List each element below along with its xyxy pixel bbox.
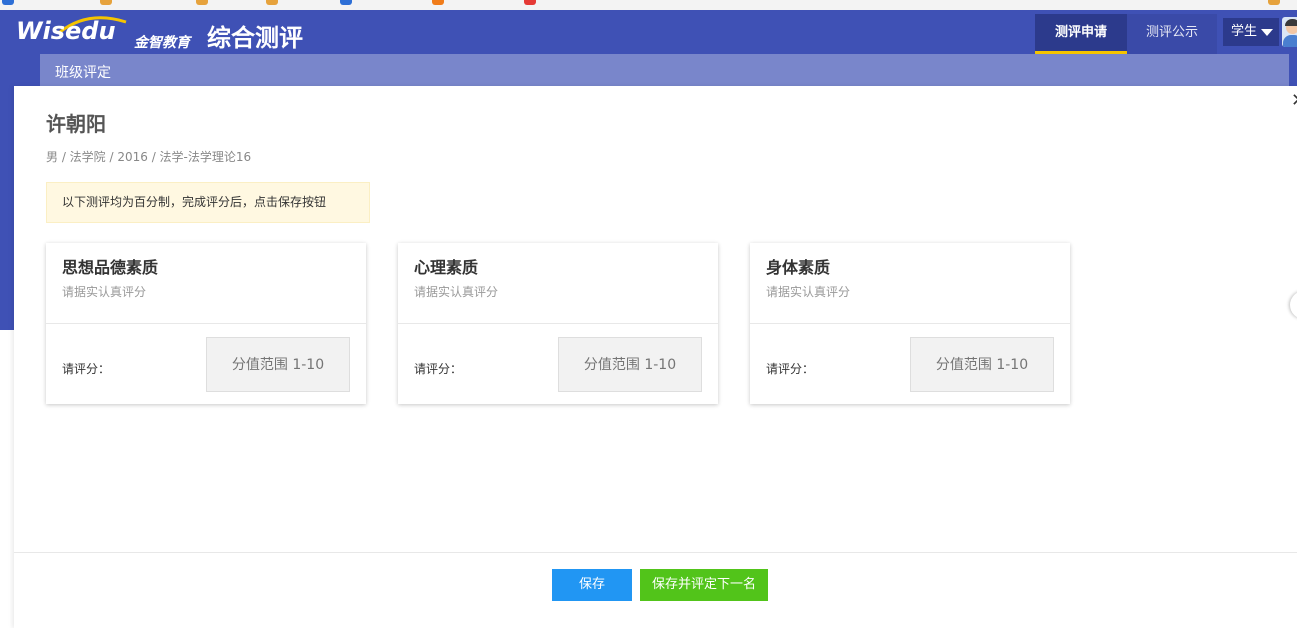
card-title: 心理素质 [414, 258, 479, 277]
score-label: 请评分： [62, 362, 111, 376]
tab-evaluation-publicity[interactable]: 测评公示 [1127, 14, 1217, 54]
bookmark-icon[interactable] [196, 0, 208, 5]
card-subtitle: 请据实认真评分 [62, 285, 147, 299]
card-subtitle: 请据实认真评分 [766, 285, 851, 299]
section-title: 班级评定 [55, 65, 111, 81]
app-window: Wisedu 金智教育 综合测评 测评申请 测评公示 学生 班级评定 ✕ 许朝阳… [0, 0, 1297, 628]
bookmark-icon[interactable] [1268, 0, 1280, 5]
student-meta: 男 / 法学院 / 2016 / 法学-法学理论16 [46, 150, 252, 164]
score-label: 请评分： [766, 362, 815, 376]
evaluation-card-psychological: 心理素质 请据实认真评分 请评分： [398, 243, 718, 404]
card-divider [750, 323, 1070, 324]
close-icon[interactable]: ✕ [1291, 92, 1297, 110]
role-select[interactable]: 学生 [1223, 18, 1279, 46]
evaluation-dialog: ✕ 许朝阳 男 / 法学院 / 2016 / 法学-法学理论16 以下测评均为百… [14, 86, 1297, 628]
save-button[interactable]: 保存 [552, 569, 632, 601]
tab-evaluation-apply[interactable]: 测评申请 [1035, 14, 1127, 54]
tab-label: 测评申请 [1054, 25, 1107, 40]
notice-banner: 以下测评均为百分制，完成评分后，点击保存按钮 [46, 182, 370, 223]
bookmark-icon[interactable] [524, 0, 536, 5]
student-name: 许朝阳 [46, 112, 106, 136]
bookmark-icon[interactable] [266, 0, 278, 5]
role-label: 学生 [1231, 24, 1258, 39]
user-avatar-icon[interactable] [1282, 17, 1297, 47]
evaluation-card-physical: 身体素质 请据实认真评分 请评分： [750, 243, 1070, 404]
background-band [0, 54, 14, 330]
footer-divider [14, 552, 1297, 553]
logo-subtitle: 金智教育 [134, 35, 190, 51]
card-subtitle: 请据实认真评分 [414, 285, 499, 299]
save-and-next-button[interactable]: 保存并评定下一名 [640, 569, 768, 601]
evaluation-card-moral: 思想品德素质 请据实认真评分 请评分： [46, 243, 366, 404]
section-bar: 班级评定 [40, 54, 1289, 86]
tab-label: 测评公示 [1145, 25, 1198, 40]
score-input[interactable] [910, 337, 1054, 392]
top-header: Wisedu 金智教育 综合测评 测评申请 测评公示 学生 [0, 10, 1297, 54]
card-title: 身体素质 [766, 258, 831, 277]
bookmark-icon[interactable] [100, 0, 112, 5]
card-divider [398, 323, 718, 324]
card-divider [46, 323, 366, 324]
browser-bookmark-strip [0, 0, 1297, 10]
card-title: 思想品德素质 [62, 258, 159, 277]
score-input[interactable] [558, 337, 702, 392]
caret-down-icon [1261, 29, 1273, 36]
bookmark-icon[interactable] [340, 0, 352, 5]
app-title: 综合测评 [207, 24, 303, 52]
score-label: 请评分： [414, 362, 463, 376]
score-input[interactable] [206, 337, 350, 392]
bookmark-icon[interactable] [432, 0, 444, 5]
logo-text: Wisedu [16, 17, 116, 45]
bookmark-icon[interactable] [2, 0, 14, 5]
